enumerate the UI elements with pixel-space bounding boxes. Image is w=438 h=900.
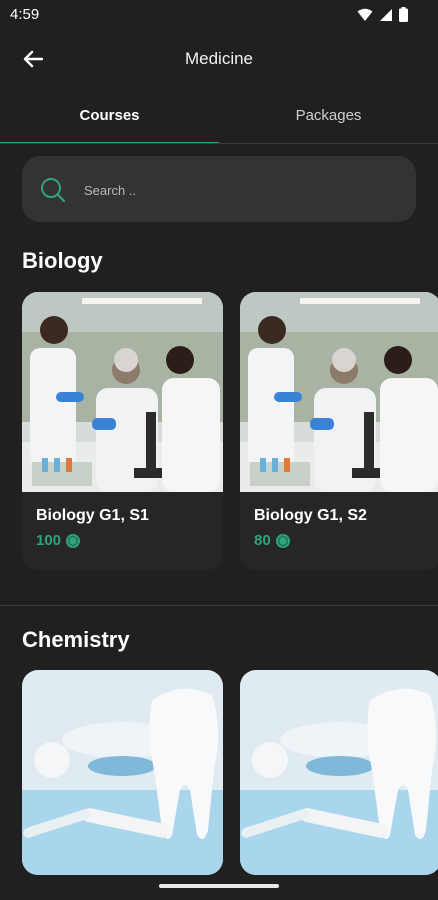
status-time: 4:59	[10, 6, 40, 23]
course-title: Biology G1, S2	[254, 507, 367, 524]
status-bar: 4:59	[0, 0, 438, 30]
signal-icon	[380, 8, 392, 21]
battery-icon	[399, 7, 408, 22]
course-price: 80	[254, 532, 291, 549]
course-image	[240, 292, 438, 492]
course-image	[22, 670, 223, 875]
search-input[interactable]	[82, 178, 386, 202]
section-title-biology: Biology	[22, 248, 103, 273]
course-price: 100	[36, 532, 81, 549]
price-value: 80	[254, 532, 271, 549]
course-title: Biology G1, S1	[36, 507, 149, 524]
tab-bar: Courses Packages	[0, 96, 438, 144]
price-value: 100	[36, 532, 62, 549]
search-bar[interactable]	[22, 156, 416, 222]
home-indicator[interactable]	[159, 884, 279, 888]
course-card[interactable]	[240, 670, 438, 875]
course-image	[240, 670, 438, 875]
coin-icon	[275, 533, 290, 548]
page-title: Medicine	[184, 49, 254, 68]
wifi-icon	[357, 8, 373, 21]
coin-icon	[66, 533, 81, 548]
tab-courses[interactable]: Courses	[0, 96, 219, 144]
course-image	[22, 292, 223, 492]
tab-divider	[0, 143, 438, 144]
course-card[interactable]	[22, 670, 223, 875]
search-icon	[41, 178, 66, 203]
section-divider	[0, 605, 438, 606]
section-title-chemistry: Chemistry	[22, 627, 130, 652]
course-card[interactable]: Biology G1, S2 80	[240, 292, 438, 570]
status-icons	[357, 7, 408, 22]
course-card[interactable]: Biology G1, S1 100	[22, 292, 223, 570]
tab-packages[interactable]: Packages	[219, 96, 438, 142]
app-bar: Medicine	[0, 36, 438, 82]
